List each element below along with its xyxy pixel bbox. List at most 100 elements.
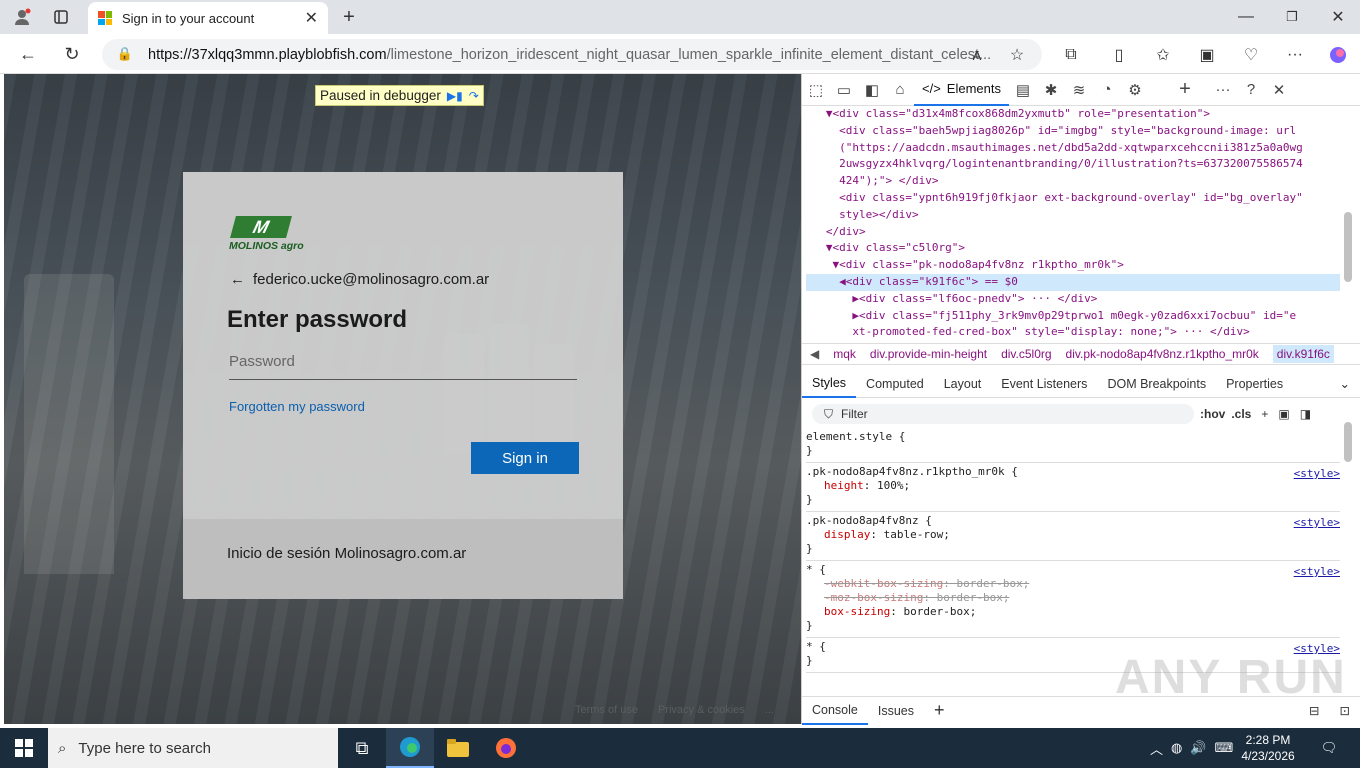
back-arrow-icon[interactable]: ← bbox=[230, 271, 245, 288]
breadcrumb-left-icon[interactable]: ◀ bbox=[810, 347, 819, 361]
dom-tree-line[interactable]: ▼<div class="c5l0rg"> bbox=[806, 240, 1340, 257]
tab-styles[interactable]: Styles bbox=[802, 370, 857, 398]
password-input[interactable]: Password bbox=[229, 345, 577, 380]
dom-tree-line[interactable]: 424");"> </div> bbox=[806, 173, 1340, 190]
restore-icon[interactable]: ❐ bbox=[1282, 6, 1302, 28]
style-rule[interactable]: * {<style> -webkit-box-sizing: border-box… bbox=[806, 561, 1340, 638]
style-rule[interactable]: .pk-nodo8ap4fv8nz {<style> display: table… bbox=[806, 512, 1340, 561]
devtools-menu-icon[interactable]: ··· bbox=[1209, 81, 1237, 98]
dom-tree-line[interactable]: </div> bbox=[806, 224, 1340, 241]
dom-tree-line[interactable]: style></div> bbox=[806, 207, 1340, 224]
rule-selector[interactable]: * { bbox=[806, 563, 1340, 577]
tab-dom-breakpoints[interactable]: DOM Breakpoints bbox=[1097, 370, 1216, 398]
more-menu-icon[interactable]: ··· bbox=[1284, 44, 1306, 66]
tab-console[interactable]: Console bbox=[802, 697, 868, 725]
breadcrumb-item[interactable]: div.pk-nodo8ap4fv8nz.r1kptho_mr0k bbox=[1066, 347, 1259, 361]
notifications-icon[interactable]: 🗨 bbox=[1321, 740, 1338, 756]
new-tab-icon[interactable]: + bbox=[338, 6, 360, 28]
device-toolbar-icon[interactable]: ▭ bbox=[830, 81, 858, 99]
favorites-icon[interactable]: ✩ bbox=[1152, 44, 1174, 66]
tray-chevron-icon[interactable]: ︿ bbox=[1150, 739, 1163, 758]
close-tab-icon[interactable]: ✕ bbox=[305, 8, 318, 28]
identity-row[interactable]: ← federico.ucke@molinosagro.com.ar bbox=[230, 271, 489, 288]
close-devtools-icon[interactable]: ✕ bbox=[1265, 81, 1293, 99]
chevron-down-icon[interactable]: ⌄ bbox=[1330, 370, 1360, 398]
keyboard-icon[interactable]: ⌨ bbox=[1215, 740, 1234, 756]
hov-toggle[interactable]: :hov bbox=[1200, 407, 1225, 421]
rule-selector[interactable]: element.style { bbox=[806, 430, 1340, 444]
tab-computed[interactable]: Computed bbox=[856, 370, 934, 398]
style-rule[interactable]: element.style {} bbox=[806, 428, 1340, 463]
back-icon[interactable]: ← bbox=[16, 43, 40, 65]
styles-filter-input[interactable]: ⛉ Filter bbox=[812, 404, 1194, 424]
task-view-icon[interactable]: ⧉ bbox=[338, 728, 386, 768]
cls-toggle[interactable]: .cls bbox=[1231, 407, 1251, 421]
add-drawer-tab-icon[interactable]: + bbox=[924, 700, 955, 721]
network-icon[interactable]: ≋ bbox=[1065, 81, 1093, 99]
tab-actions-icon[interactable] bbox=[50, 6, 72, 28]
undock-icon[interactable]: ⊡ bbox=[1330, 703, 1360, 718]
rule-property[interactable]: display: table-row; bbox=[806, 528, 1340, 542]
breadcrumb-item[interactable]: mqk bbox=[833, 347, 856, 361]
copilot-icon[interactable] bbox=[1326, 43, 1350, 67]
minimize-icon[interactable]: — bbox=[1236, 6, 1256, 28]
style-rule[interactable]: .pk-nodo8ap4fv8nz.r1kptho_mr0k {<style> h… bbox=[806, 463, 1340, 512]
forgot-password-link[interactable]: Forgotten my password bbox=[229, 399, 365, 414]
dom-tree-line[interactable]: ▼<div class="pk-nodo8ap4fv8nz r1kptho_mr… bbox=[806, 257, 1340, 274]
dom-tree-scrollbar[interactable] bbox=[1344, 212, 1352, 282]
split-screen-icon[interactable]: ▯ bbox=[1108, 44, 1130, 66]
rule-selector[interactable]: .pk-nodo8ap4fv8nz.r1kptho_mr0k { bbox=[806, 465, 1340, 479]
terms-link[interactable]: Terms of use bbox=[575, 704, 638, 716]
tab-issues[interactable]: Issues bbox=[868, 704, 924, 718]
inspect-icon[interactable]: ⬚ bbox=[802, 81, 830, 99]
rule-selector[interactable]: .pk-nodo8ap4fv8nz { bbox=[806, 514, 1340, 528]
close-window-icon[interactable]: ✕ bbox=[1328, 6, 1348, 28]
rule-source-link[interactable]: <style> bbox=[1294, 516, 1340, 530]
read-aloud-icon[interactable]: A bbox=[966, 44, 988, 66]
help-icon[interactable]: ? bbox=[1237, 81, 1265, 98]
browser-essentials-icon[interactable]: ♡ bbox=[1240, 44, 1262, 66]
sources-bug-icon[interactable]: ✱ bbox=[1037, 81, 1065, 99]
dom-tree-line[interactable]: ▶<div class="lf6oc-pnedv"> ··· </div> bbox=[806, 291, 1340, 308]
tab-elements[interactable]: </> Elements bbox=[914, 73, 1009, 106]
dom-tree-line[interactable]: <div class="baeh5wpjiag8026p" id="imgbg"… bbox=[806, 123, 1340, 140]
performance-icon[interactable]: ◔ bbox=[1093, 81, 1121, 98]
edge-taskbar-icon[interactable] bbox=[386, 728, 434, 768]
console-icon[interactable]: ▤ bbox=[1009, 81, 1037, 99]
breadcrumb-item-active[interactable]: div.k91f6c bbox=[1272, 345, 1334, 363]
dom-tree[interactable]: ▼<div class="d31x4m8fcox868dm2yxmutb" ro… bbox=[806, 106, 1340, 340]
resume-icon[interactable]: ▶︎▮ bbox=[447, 89, 463, 103]
sidebar-toggle-icon[interactable]: ◧ bbox=[858, 81, 886, 99]
volume-icon[interactable]: 🔊 bbox=[1190, 740, 1206, 756]
collections-icon[interactable]: ▣ bbox=[1196, 44, 1218, 66]
new-rule-plus-icon[interactable]: + bbox=[1261, 407, 1268, 421]
windows-start-icon[interactable] bbox=[0, 728, 48, 768]
welcome-home-icon[interactable]: ⌂ bbox=[886, 81, 914, 98]
footer-more-link[interactable]: ... bbox=[765, 704, 774, 716]
tab-active[interactable]: Sign in to your account ✕ bbox=[88, 2, 328, 34]
rule-property[interactable]: -moz-box-sizing: border-box; bbox=[806, 591, 1340, 605]
network-tray-icon[interactable]: ◍ bbox=[1171, 740, 1182, 756]
tab-properties[interactable]: Properties bbox=[1216, 370, 1293, 398]
extensions-icon[interactable]: ⧉ bbox=[1060, 44, 1082, 66]
dom-tree-line[interactable]: 2uwsgyzx4hklvqrg/logintenantbranding/0/i… bbox=[806, 156, 1340, 173]
rule-source-link[interactable]: <style> bbox=[1294, 565, 1340, 579]
step-over-icon[interactable]: ↷ bbox=[469, 89, 479, 103]
settings-gear-icon[interactable]: ⚙ bbox=[1121, 81, 1149, 99]
taskbar-search-input[interactable]: ⌕ Type here to search bbox=[48, 728, 338, 768]
tab-layout[interactable]: Layout bbox=[934, 370, 992, 398]
tab-event-listeners[interactable]: Event Listeners bbox=[991, 370, 1097, 398]
rule-property[interactable]: height: 100%; bbox=[806, 479, 1340, 493]
firefox-icon[interactable] bbox=[482, 728, 530, 768]
computed-sidebar-icon[interactable]: ◨ bbox=[1300, 407, 1311, 421]
clock[interactable]: 2:28 PM 4/23/2026 bbox=[1241, 732, 1294, 764]
profile-icon[interactable] bbox=[10, 6, 34, 28]
sign-in-button[interactable]: Sign in bbox=[471, 442, 579, 474]
rule-property[interactable]: box-sizing: border-box; bbox=[806, 605, 1340, 619]
rule-property[interactable]: -webkit-box-sizing: border-box; bbox=[806, 577, 1340, 591]
url-input[interactable]: https://37xlqq3mmn.playblobfish.com/lime… bbox=[102, 39, 1042, 70]
dock-icon[interactable]: ⊟ bbox=[1299, 703, 1329, 718]
dom-tree-line[interactable]: <div class="ypnt6h919fj0fkjaor ext-backg… bbox=[806, 190, 1340, 207]
dom-tree-line[interactable]: ▼<div class="d31x4m8fcox868dm2yxmutb" ro… bbox=[806, 106, 1340, 123]
site-info-icon[interactable]: 🔒 bbox=[116, 45, 134, 63]
